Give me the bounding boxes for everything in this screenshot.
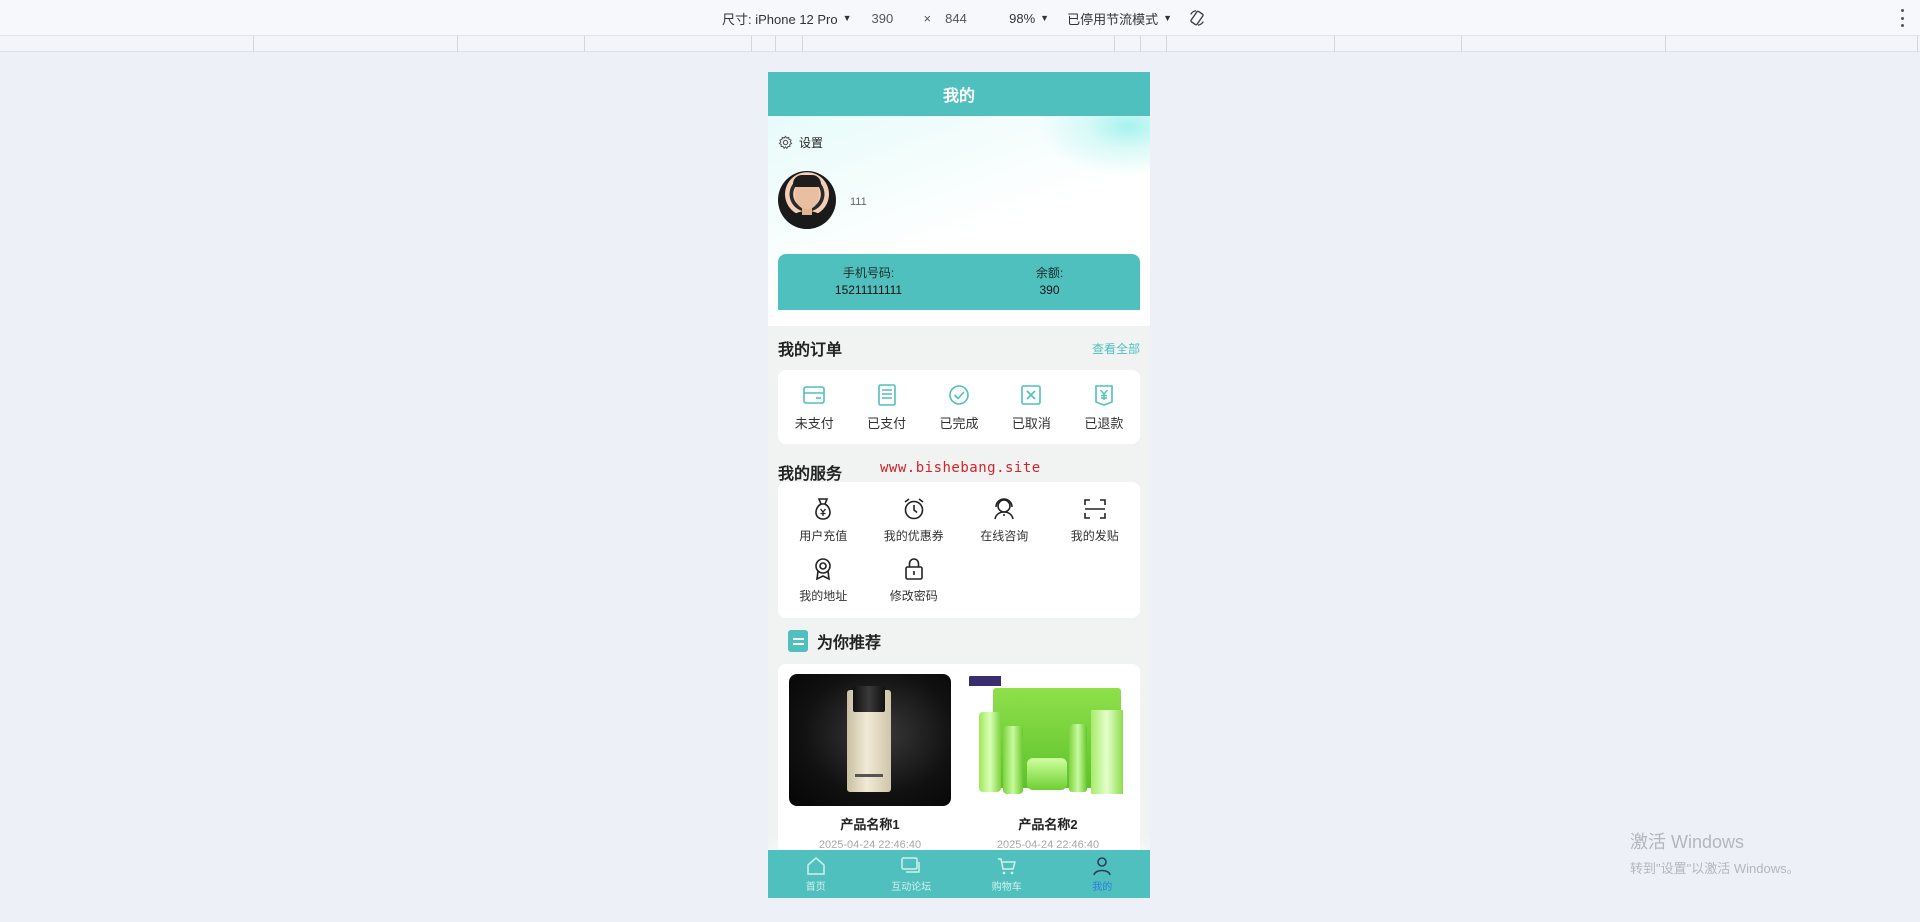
orders-title: 我的订单 bbox=[778, 342, 843, 359]
page-header: 我的 bbox=[768, 72, 1150, 116]
settings-label: 设置 bbox=[799, 136, 824, 150]
view-all-orders-link[interactable]: 查看全部 bbox=[1092, 340, 1140, 357]
throttle-label: 已停用节流模式 bbox=[1067, 11, 1159, 27]
cart-icon bbox=[997, 857, 1016, 874]
tab-cart-label: 购物车 bbox=[991, 881, 1022, 893]
device-select[interactable]: 尺寸: iPhone 12 Pro ▼ bbox=[722, 9, 852, 28]
activation-title: 激活 Windows bbox=[1630, 832, 1745, 852]
order-refunded-label: 已退款 bbox=[1084, 415, 1124, 431]
phone-label: 手机号码: bbox=[842, 266, 895, 280]
chevron-down-icon: ▼ bbox=[842, 13, 852, 23]
service-posts[interactable]: 我的发贴 bbox=[1050, 490, 1141, 550]
site-watermark: www.bishebang.site bbox=[880, 460, 1041, 476]
times-sign: × bbox=[923, 10, 932, 26]
product-image[interactable] bbox=[967, 674, 1129, 806]
devtools-device-toolbar: 尺寸: iPhone 12 Pro ▼ 390 × 844 98% ▼ 已停用节… bbox=[0, 0, 1920, 36]
phone-viewport: 我的 设置 111 手机号码: 15211111111 余额: 390 我的订单 bbox=[768, 72, 1150, 898]
headset-icon bbox=[994, 498, 1015, 520]
order-completed-label: 已完成 bbox=[939, 415, 979, 431]
service-consult-label: 在线咨询 bbox=[980, 529, 1029, 543]
yen-refund-icon bbox=[1095, 384, 1113, 406]
product-name: 产品名称2 bbox=[1018, 817, 1078, 832]
tab-cart[interactable]: 购物车 bbox=[959, 850, 1055, 898]
balance-value: 390 bbox=[1039, 283, 1060, 297]
order-completed[interactable]: 已完成 bbox=[923, 383, 995, 432]
chevron-down-icon: ▼ bbox=[1163, 13, 1173, 23]
service-posts-label: 我的发贴 bbox=[1070, 529, 1119, 543]
order-cancelled[interactable]: 已取消 bbox=[995, 383, 1067, 432]
throttle-select[interactable]: 已停用节流模式 ▼ bbox=[1067, 9, 1172, 28]
phone-value: 15211111111 bbox=[834, 283, 903, 297]
media-query-ruler bbox=[0, 36, 1920, 52]
product-card[interactable]: 产品名称1 2025-04-24 22:46:40 bbox=[788, 674, 952, 864]
service-recharge[interactable]: 用户充值 bbox=[778, 490, 869, 550]
user-icon bbox=[1093, 856, 1112, 875]
scan-icon bbox=[1083, 499, 1106, 519]
phone-info: 手机号码: 15211111111 bbox=[778, 254, 959, 310]
order-unpaid-label: 未支付 bbox=[794, 415, 834, 431]
order-paid-label: 已支付 bbox=[867, 415, 907, 431]
services-card: 用户充值 我的优惠券 在线咨询 我的发贴 我的地址 修改密码 bbox=[778, 482, 1140, 618]
username: 111 bbox=[850, 196, 867, 208]
tab-mine[interactable]: 我的 bbox=[1055, 850, 1151, 898]
service-address-label: 我的地址 bbox=[799, 589, 848, 603]
lock-icon bbox=[904, 558, 923, 580]
page-title: 我的 bbox=[942, 88, 975, 105]
more-options-icon[interactable] bbox=[1900, 9, 1904, 27]
zoom-label: 98% bbox=[1009, 10, 1036, 26]
cancel-box-icon bbox=[1021, 384, 1042, 405]
windows-activation-notice: 激活 Windows 转到"设置"以激活 Windows。 bbox=[1630, 828, 1800, 877]
tab-forum-label: 互动论坛 bbox=[891, 881, 932, 893]
gear-icon bbox=[778, 135, 793, 150]
home-icon bbox=[807, 856, 825, 875]
balance-info: 余额: 390 bbox=[959, 254, 1140, 310]
order-cancelled-label: 已取消 bbox=[1011, 415, 1051, 431]
profile-section: 设置 111 手机号码: 15211111111 余额: 390 bbox=[768, 116, 1150, 326]
service-password[interactable]: 修改密码 bbox=[869, 550, 960, 610]
services-title: 我的服务 bbox=[778, 466, 843, 483]
order-unpaid[interactable]: 未支付 bbox=[778, 383, 850, 432]
width-input[interactable]: 390 bbox=[872, 11, 912, 26]
check-circle-icon bbox=[949, 384, 969, 405]
service-address[interactable]: 我的地址 bbox=[778, 550, 869, 610]
settings-button[interactable]: 设置 bbox=[778, 134, 823, 151]
receipt-icon bbox=[877, 383, 896, 406]
orders-header: 我的订单 查看全部 bbox=[768, 326, 1150, 370]
tab-mine-label: 我的 bbox=[1092, 881, 1113, 893]
rotate-icon[interactable] bbox=[1188, 9, 1206, 27]
location-badge-icon bbox=[815, 558, 832, 581]
money-bag-icon bbox=[815, 498, 832, 520]
device-label: 尺寸: iPhone 12 Pro bbox=[722, 11, 838, 27]
activation-subtitle: 转到"设置"以激活 Windows。 bbox=[1630, 861, 1800, 876]
balance-label: 余额: bbox=[1035, 266, 1064, 280]
service-coupons[interactable]: 我的优惠券 bbox=[869, 490, 960, 550]
zoom-select[interactable]: 98% ▼ bbox=[1009, 11, 1049, 26]
service-password-label: 修改密码 bbox=[889, 589, 938, 603]
service-coupons-label: 我的优惠券 bbox=[883, 529, 944, 543]
list-icon bbox=[788, 630, 808, 652]
service-consult[interactable]: 在线咨询 bbox=[959, 490, 1050, 550]
account-info-card: 手机号码: 15211111111 余额: 390 bbox=[778, 254, 1140, 310]
order-refunded[interactable]: 已退款 bbox=[1068, 383, 1140, 432]
avatar[interactable] bbox=[778, 171, 836, 229]
product-image[interactable] bbox=[789, 674, 951, 806]
recommend-header: 为你推荐 bbox=[768, 618, 1150, 664]
chevron-down-icon: ▼ bbox=[1040, 13, 1050, 23]
recommend-title: 为你推荐 bbox=[817, 635, 882, 652]
product-card[interactable]: 产品名称2 2025-04-24 22:46:40 bbox=[966, 674, 1130, 864]
orders-card: 未支付 已支付 已完成 已取消 已退款 bbox=[778, 370, 1140, 444]
tab-forum[interactable]: 互动论坛 bbox=[864, 850, 960, 898]
wallet-icon bbox=[803, 385, 826, 404]
bottom-tab-bar: 首页 互动论坛 购物车 我的 bbox=[768, 850, 1150, 898]
service-recharge-label: 用户充值 bbox=[799, 529, 848, 543]
order-paid[interactable]: 已支付 bbox=[850, 383, 922, 432]
forum-icon bbox=[901, 856, 920, 873]
tab-home-label: 首页 bbox=[805, 881, 826, 893]
tab-home[interactable]: 首页 bbox=[768, 850, 864, 898]
product-name: 产品名称1 bbox=[840, 817, 900, 832]
alarm-clock-icon bbox=[904, 498, 924, 520]
product-list: 产品名称1 2025-04-24 22:46:40 产品名称2 2025-04-… bbox=[778, 664, 1140, 864]
height-input[interactable]: 844 bbox=[945, 11, 985, 26]
